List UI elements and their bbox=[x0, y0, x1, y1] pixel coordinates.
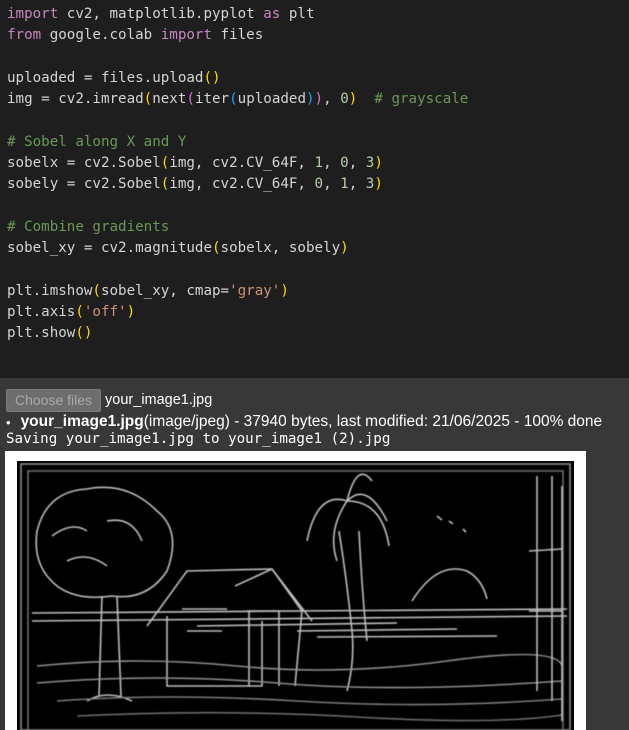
edge-drawing-icon bbox=[17, 461, 574, 730]
choose-files-button[interactable]: Choose files bbox=[6, 388, 102, 412]
code-line[interactable] bbox=[7, 260, 468, 281]
upload-details: (image/jpeg) - 37940 bytes, last modifie… bbox=[143, 413, 603, 430]
code-line[interactable]: sobelx = cv2.Sobel(img, cv2.CV_64F, 1, 0… bbox=[7, 153, 468, 174]
code-line[interactable]: plt.imshow(sobel_xy, cmap='gray') bbox=[7, 281, 468, 302]
bullet-icon: • bbox=[6, 414, 11, 430]
code-editor[interactable]: import cv2, matplotlib.pyplot as plt from… bbox=[7, 4, 468, 345]
code-line[interactable]: import cv2, matplotlib.pyplot as plt bbox=[7, 4, 468, 25]
code-line[interactable]: # Sobel along X and Y bbox=[7, 132, 468, 153]
code-cell[interactable]: import cv2, matplotlib.pyplot as plt from… bbox=[0, 0, 629, 378]
plot-output-frame bbox=[5, 451, 586, 730]
code-line[interactable]: uploaded = files.upload() bbox=[7, 68, 468, 89]
sobel-edge-image bbox=[17, 461, 574, 730]
code-line[interactable]: sobel_xy = cv2.magnitude(sobelx, sobely) bbox=[7, 238, 468, 259]
code-line[interactable]: plt.axis('off') bbox=[7, 302, 468, 323]
code-line[interactable]: # Combine gradients bbox=[7, 217, 468, 238]
code-line[interactable]: plt.show() bbox=[7, 323, 468, 344]
saving-message: Saving your_image1.jpg to your_image1 (2… bbox=[6, 431, 391, 447]
code-line[interactable]: img = cv2.imread(next(iter(uploaded)), 0… bbox=[7, 89, 468, 110]
output-area: Choose files your_image1.jpg • your_imag… bbox=[0, 378, 629, 730]
upload-list-item: • your_image1.jpg (image/jpeg) - 37940 b… bbox=[6, 411, 602, 433]
code-line[interactable] bbox=[7, 47, 468, 68]
file-upload-row: Choose files your_image1.jpg bbox=[6, 388, 213, 412]
code-line[interactable] bbox=[7, 196, 468, 217]
code-line[interactable]: sobely = cv2.Sobel(img, cv2.CV_64F, 0, 1… bbox=[7, 174, 468, 195]
chosen-file-name: your_image1.jpg bbox=[105, 392, 213, 408]
uploaded-filename: your_image1.jpg bbox=[20, 413, 144, 430]
code-line[interactable]: from google.colab import files bbox=[7, 25, 468, 46]
code-line[interactable] bbox=[7, 110, 468, 131]
